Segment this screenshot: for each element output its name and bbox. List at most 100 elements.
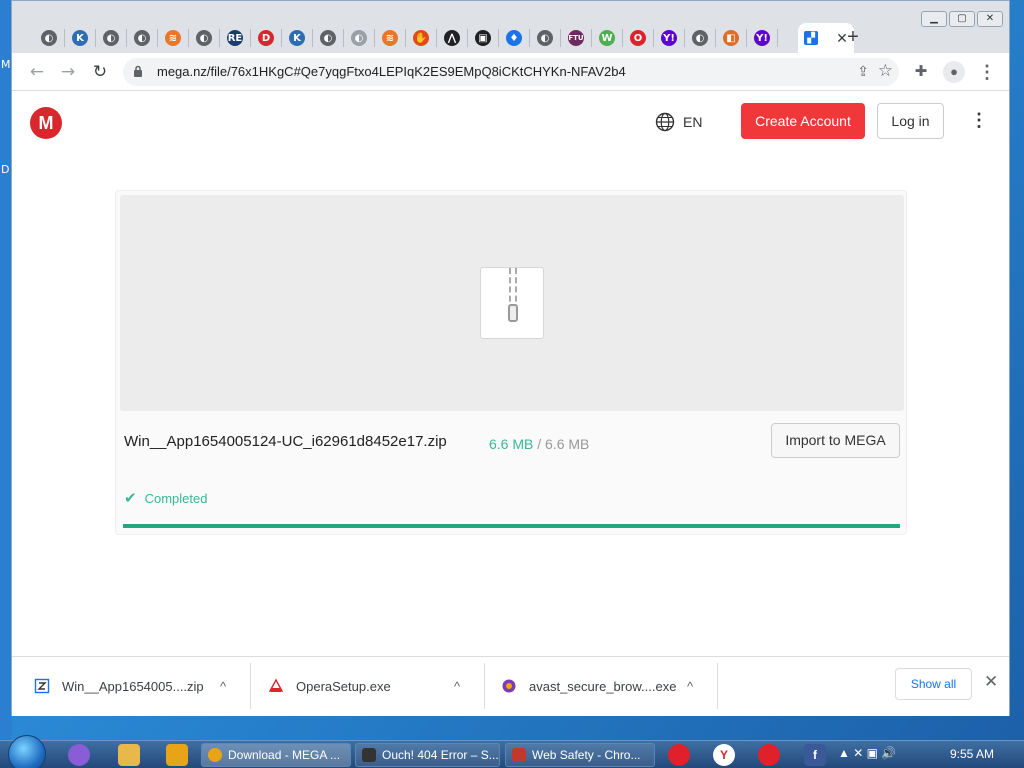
tab[interactable]: ♦ bbox=[499, 23, 529, 53]
tab[interactable]: K bbox=[282, 23, 312, 53]
k-logo-icon: K bbox=[72, 30, 88, 46]
system-tray[interactable]: ▲ ✕ ▣ 🔊 bbox=[838, 746, 896, 760]
login-button[interactable]: Log in bbox=[877, 103, 944, 139]
maximize-button[interactable]: ▢ bbox=[949, 11, 975, 27]
create-account-button[interactable]: Create Account bbox=[741, 103, 865, 139]
mega-tab-icon: ▞ bbox=[804, 31, 819, 45]
download-shelf: Win__App1654005....zip ^ OperaSetup.exe … bbox=[12, 656, 1009, 716]
tab[interactable]: ◐ bbox=[530, 23, 560, 53]
tab[interactable]: ◐ bbox=[685, 23, 715, 53]
task-label: Ouch! 404 Error – S... bbox=[382, 748, 499, 762]
tab[interactable]: ▣ bbox=[468, 23, 498, 53]
show-all-button[interactable]: Show all bbox=[895, 668, 972, 700]
progress-fill bbox=[123, 524, 900, 528]
tab[interactable]: ◐ bbox=[313, 23, 343, 53]
download-status: ✔ Completed bbox=[124, 489, 207, 507]
reload-button[interactable]: ↻ bbox=[89, 61, 111, 83]
tab[interactable]: RE bbox=[220, 23, 250, 53]
download-item[interactable]: Win__App1654005....zip ^ bbox=[34, 669, 254, 703]
media-player-icon[interactable] bbox=[166, 744, 188, 766]
installer-icon bbox=[268, 678, 284, 692]
window-icon bbox=[362, 748, 376, 762]
download-filename: avast_secure_brow....exe bbox=[529, 678, 677, 694]
checkmark-icon: ✔ bbox=[124, 490, 137, 507]
tab[interactable]: D bbox=[251, 23, 281, 53]
taskbar-task[interactable]: Web Safety - Chro... bbox=[505, 743, 655, 767]
file-preview bbox=[120, 195, 904, 411]
menu-icon[interactable]: ⋮ bbox=[976, 61, 998, 83]
url-text: mega.nz/file/76x1HKgC#Qe7yqgFtxo4LEPIqK2… bbox=[157, 64, 626, 79]
download-item[interactable]: avast_secure_brow....exe ^ bbox=[501, 669, 721, 703]
zip-file-icon bbox=[480, 267, 544, 339]
taskbar-task[interactable]: Download - MEGA ... bbox=[201, 743, 351, 767]
opera-icon: O bbox=[630, 30, 646, 46]
globe-icon: ◐ bbox=[134, 30, 150, 46]
address-bar[interactable]: mega.nz/file/76x1HKgC#Qe7yqgFtxo4LEPIqK2… bbox=[123, 58, 899, 86]
import-to-mega-button[interactable]: Import to MEGA bbox=[771, 423, 900, 458]
size-separator: / bbox=[537, 436, 542, 452]
tab[interactable]: Y! bbox=[654, 23, 684, 53]
taskbar: Download - MEGA ... Ouch! 404 Error – S.… bbox=[0, 735, 1024, 768]
share-icon[interactable]: ⇪ bbox=[857, 63, 869, 80]
chrome-icon bbox=[208, 748, 222, 762]
task-label: Web Safety - Chro... bbox=[532, 748, 641, 762]
wordpress-icon: W bbox=[599, 30, 615, 46]
tab[interactable]: ✋ bbox=[406, 23, 436, 53]
tab[interactable]: K bbox=[65, 23, 95, 53]
folder-icon[interactable] bbox=[118, 744, 140, 766]
caret-logo-icon: ⋀ bbox=[444, 30, 460, 46]
tab[interactable]: ⋀ bbox=[437, 23, 467, 53]
k-logo-icon: K bbox=[289, 30, 305, 46]
lock-icon bbox=[134, 65, 142, 77]
chevron-up-icon[interactable]: ^ bbox=[687, 679, 693, 694]
divider bbox=[484, 663, 485, 709]
tab[interactable]: ◧ bbox=[716, 23, 746, 53]
divider bbox=[717, 663, 718, 709]
globe-icon: ◐ bbox=[196, 30, 212, 46]
chevron-up-icon[interactable]: ^ bbox=[454, 679, 460, 694]
ftu-logo-icon: FTU bbox=[568, 30, 584, 46]
close-window-button[interactable]: ✕ bbox=[977, 11, 1003, 27]
globe-icon: ◐ bbox=[320, 30, 336, 46]
opera-icon[interactable] bbox=[758, 744, 780, 766]
yandex-icon[interactable] bbox=[668, 744, 690, 766]
more-menu-icon[interactable]: ⋮ bbox=[970, 110, 988, 131]
extensions-icon[interactable]: ✚ bbox=[910, 61, 932, 83]
facebook-icon[interactable]: f bbox=[804, 744, 826, 766]
d-logo-icon: D bbox=[258, 30, 274, 46]
profile-icon[interactable]: ● bbox=[943, 61, 965, 83]
forward-button[interactable]: → bbox=[57, 61, 79, 83]
pinned-app-icon[interactable] bbox=[68, 744, 90, 766]
tab[interactable]: ◐ bbox=[344, 23, 374, 53]
globe-icon: ◐ bbox=[41, 30, 57, 46]
mega-logo[interactable]: M bbox=[30, 107, 62, 139]
yahoo-icon: Y! bbox=[661, 30, 677, 46]
download-filename: Win__App1654005....zip bbox=[62, 678, 204, 694]
globe-icon: ◐ bbox=[692, 30, 708, 46]
back-button[interactable]: ← bbox=[26, 61, 48, 83]
language-selector[interactable]: EN bbox=[655, 112, 702, 132]
star-icon[interactable]: ☆ bbox=[878, 61, 893, 81]
tab[interactable]: ◐ bbox=[127, 23, 157, 53]
tab[interactable]: FTU bbox=[561, 23, 591, 53]
chevron-up-icon[interactable]: ^ bbox=[220, 679, 226, 694]
tab[interactable]: ≋ bbox=[158, 23, 188, 53]
taskbar-task[interactable]: Ouch! 404 Error – S... bbox=[355, 743, 500, 767]
download-item[interactable]: OperaSetup.exe ^ bbox=[268, 669, 488, 703]
yandex-browser-icon[interactable]: Y bbox=[713, 744, 735, 766]
tab[interactable]: ◐ bbox=[34, 23, 64, 53]
start-button[interactable] bbox=[8, 735, 46, 768]
tab[interactable]: ≋ bbox=[375, 23, 405, 53]
tab[interactable]: O bbox=[623, 23, 653, 53]
globe-icon bbox=[655, 112, 675, 132]
layers-icon: ≋ bbox=[382, 30, 398, 46]
avast-icon bbox=[502, 679, 516, 693]
tab[interactable]: ◐ bbox=[189, 23, 219, 53]
close-icon[interactable]: ✕ bbox=[984, 672, 998, 692]
new-tab-button[interactable]: + bbox=[840, 25, 866, 51]
tab[interactable]: W bbox=[592, 23, 622, 53]
tab[interactable]: ◐ bbox=[96, 23, 126, 53]
minimize-button[interactable]: ▁ bbox=[921, 11, 947, 27]
mega-page: M EN Create Account Log in ⋮ Win__App165… bbox=[12, 92, 1009, 656]
tab[interactable]: Y! bbox=[747, 23, 777, 53]
